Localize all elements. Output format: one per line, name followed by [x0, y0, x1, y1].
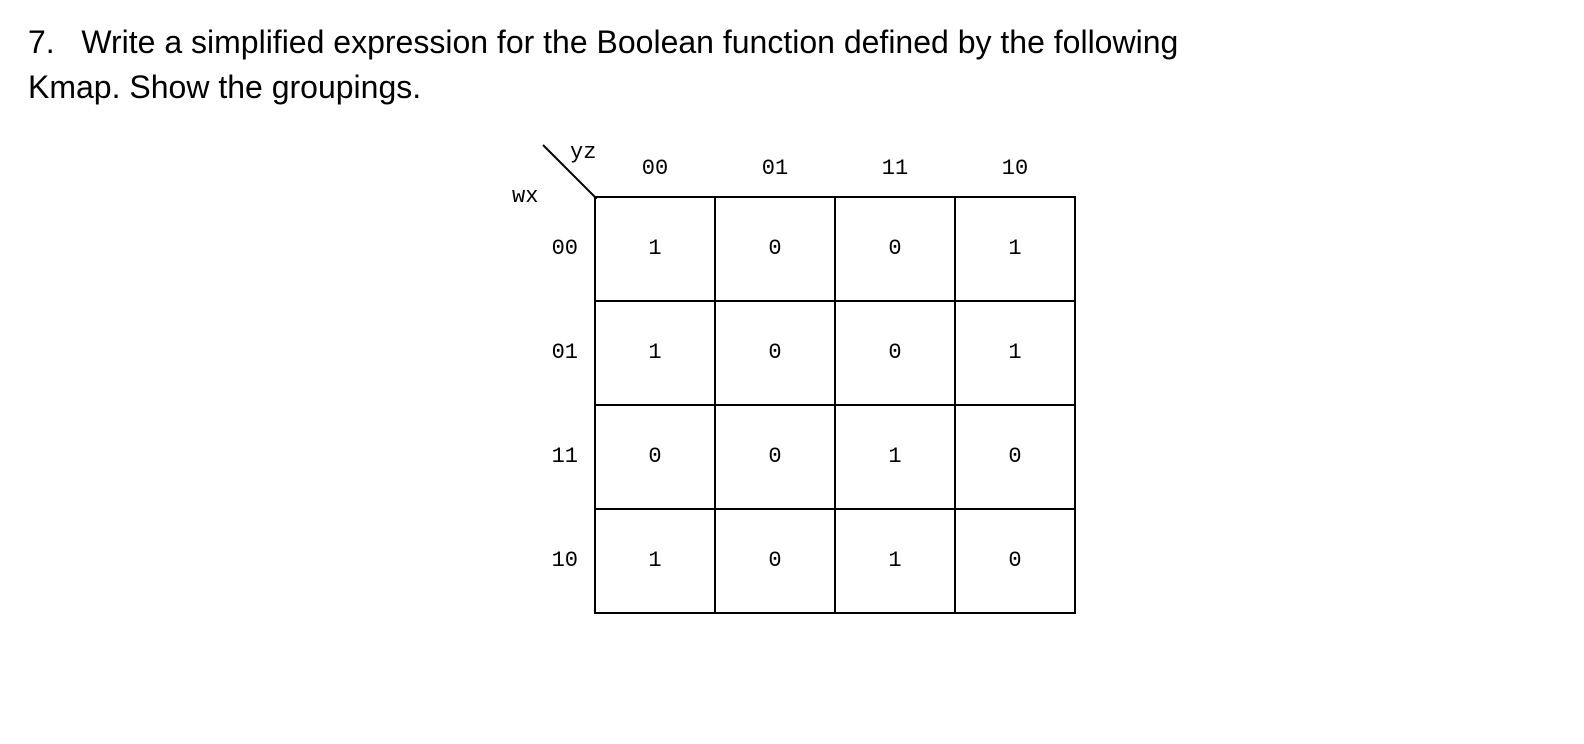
col-var-label: yz — [570, 140, 596, 165]
cell-0-1: 0 — [715, 197, 835, 301]
cell-2-3: 0 — [955, 405, 1075, 509]
cell-2-2: 1 — [835, 405, 955, 509]
cell-2-0: 0 — [595, 405, 715, 509]
row-header-1: 01 — [508, 301, 595, 405]
cell-3-0: 1 — [595, 509, 715, 613]
question-text: 7. Write a simplified expression for the… — [28, 20, 1556, 110]
cell-2-1: 0 — [715, 405, 835, 509]
kmap-table: yz wx 00 01 11 10 00 1 0 0 1 01 — [508, 150, 1076, 614]
row-var-label: wx — [512, 184, 538, 209]
kmap: yz wx 00 01 11 10 00 1 0 0 1 01 — [508, 150, 1076, 614]
cell-3-1: 0 — [715, 509, 835, 613]
col-header-1: 01 — [715, 150, 835, 197]
kmap-corner: yz wx — [508, 150, 595, 197]
cell-1-0: 1 — [595, 301, 715, 405]
cell-0-3: 1 — [955, 197, 1075, 301]
col-header-3: 10 — [955, 150, 1075, 197]
cell-1-3: 1 — [955, 301, 1075, 405]
cell-3-2: 1 — [835, 509, 955, 613]
page: 7. Write a simplified expression for the… — [0, 0, 1584, 634]
question-line1: Write a simplified expression for the Bo… — [81, 24, 1178, 60]
row-header-0: 00 — [508, 197, 595, 301]
cell-1-1: 0 — [715, 301, 835, 405]
kmap-wrapper: yz wx 00 01 11 10 00 1 0 0 1 01 — [28, 150, 1556, 614]
cell-0-0: 1 — [595, 197, 715, 301]
cell-3-3: 0 — [955, 509, 1075, 613]
col-header-0: 00 — [595, 150, 715, 197]
row-header-3: 10 — [508, 509, 595, 613]
col-header-2: 11 — [835, 150, 955, 197]
question-line2: Kmap. Show the groupings. — [28, 69, 421, 105]
row-header-2: 11 — [508, 405, 595, 509]
cell-1-2: 0 — [835, 301, 955, 405]
cell-0-2: 0 — [835, 197, 955, 301]
question-number: 7. — [28, 24, 55, 60]
